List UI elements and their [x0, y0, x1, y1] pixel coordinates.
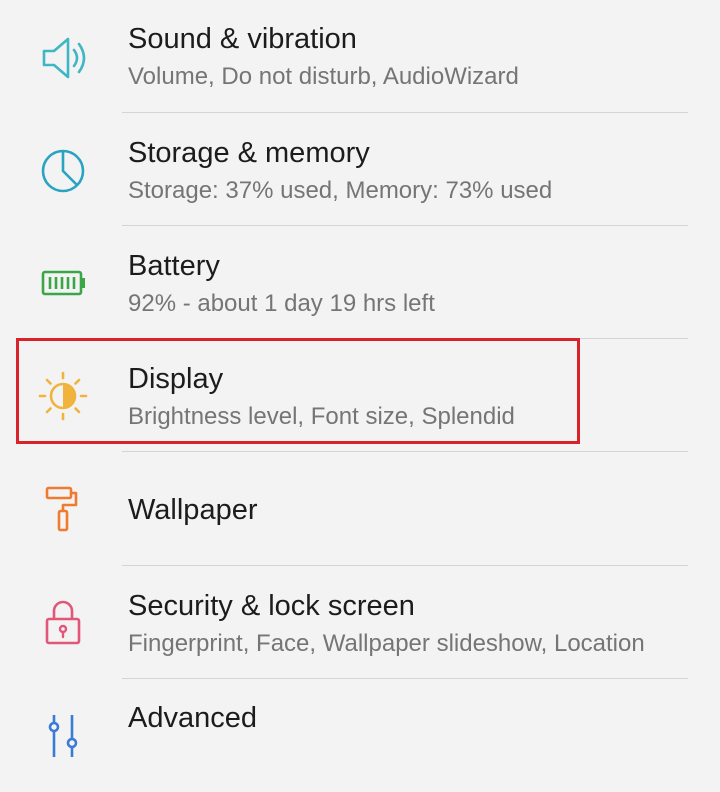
settings-item-security-lock-screen[interactable]: Security & lock screen Fingerprint, Face… — [0, 566, 720, 679]
settings-item-subtitle: 92% - about 1 day 19 hrs left — [128, 290, 435, 317]
paint-roller-icon — [34, 480, 92, 538]
settings-item-title: Storage & memory — [128, 137, 370, 169]
settings-item-title: Wallpaper — [128, 494, 258, 526]
settings-list: Sound & vibration Volume, Do not disturb… — [0, 0, 720, 757]
settings-item-title: Advanced — [128, 702, 257, 734]
battery-icon — [34, 254, 92, 312]
settings-item-storage-memory[interactable]: Storage & memory Storage: 37% used, Memo… — [0, 113, 720, 226]
brightness-icon — [34, 367, 92, 425]
pie-chart-icon — [34, 142, 92, 200]
settings-item-subtitle: Brightness level, Font size, Splendid — [128, 403, 515, 430]
settings-item-subtitle: Fingerprint, Face, Wallpaper slideshow, … — [128, 630, 645, 657]
settings-item-sound-vibration[interactable]: Sound & vibration Volume, Do not disturb… — [0, 0, 720, 113]
settings-item-wallpaper[interactable]: Wallpaper — [0, 452, 720, 565]
lock-icon — [34, 593, 92, 651]
advanced-icon — [34, 707, 92, 765]
settings-item-display[interactable]: Display Brightness level, Font size, Spl… — [0, 339, 720, 452]
speaker-icon — [34, 29, 92, 87]
settings-item-title: Sound & vibration — [128, 23, 357, 55]
settings-item-title: Display — [128, 363, 224, 395]
settings-item-advanced[interactable]: Advanced — [0, 679, 720, 792]
settings-item-title: Security & lock screen — [128, 590, 415, 622]
settings-item-subtitle: Storage: 37% used, Memory: 73% used — [128, 177, 553, 204]
settings-item-subtitle: Volume, Do not disturb, AudioWizard — [128, 63, 519, 90]
settings-item-battery[interactable]: Battery 92% - about 1 day 19 hrs left — [0, 226, 720, 339]
settings-item-title: Battery — [128, 250, 220, 282]
